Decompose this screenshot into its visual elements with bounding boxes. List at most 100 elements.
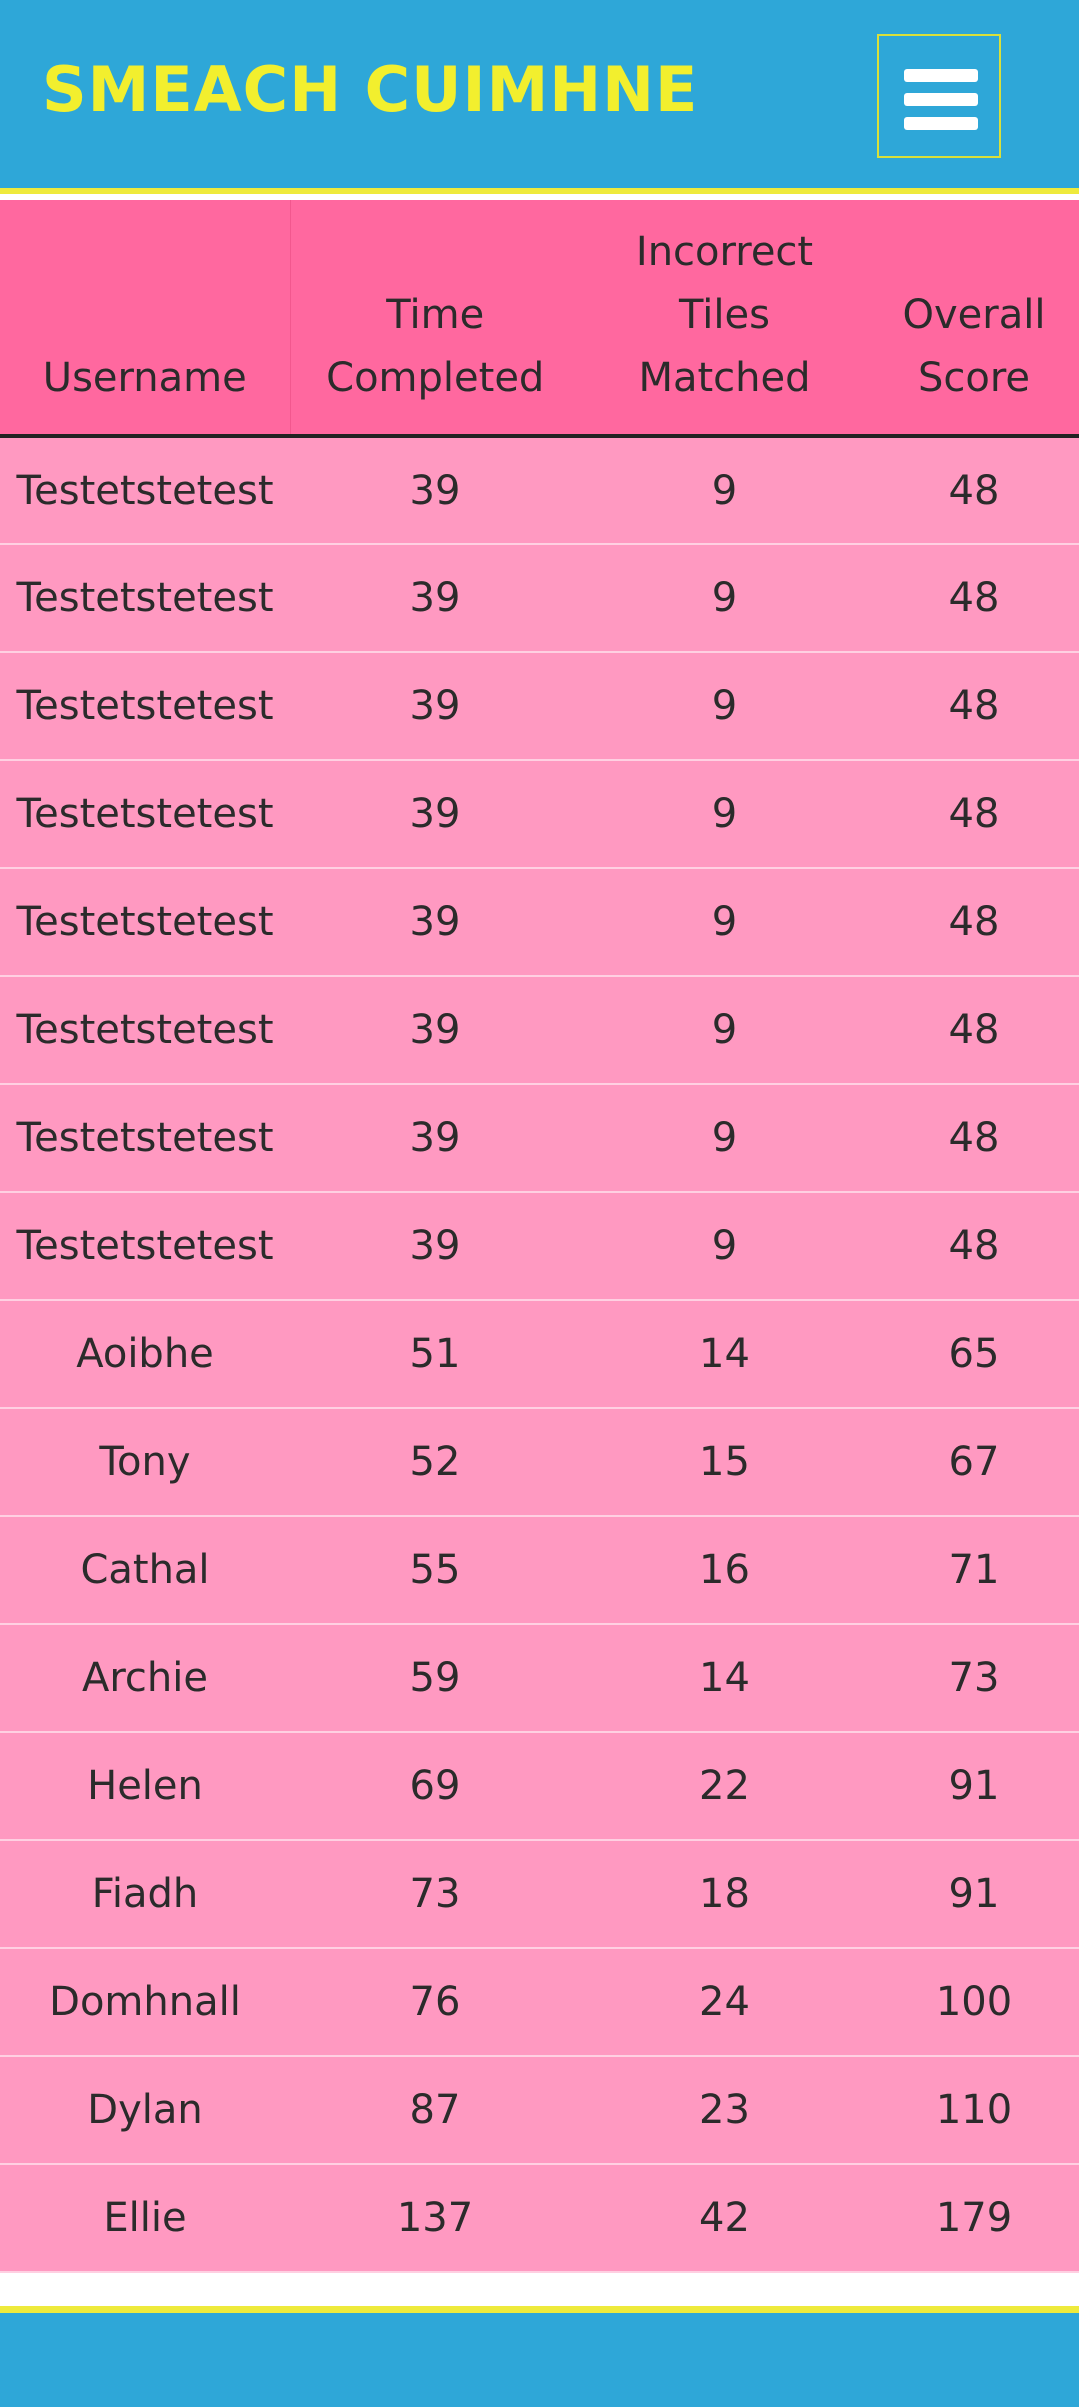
cell-username: Testetstetest	[0, 868, 290, 977]
cell-incorrect-tiles: 14	[580, 1624, 869, 1733]
cell-username: Domhnall	[0, 1948, 290, 2057]
table-body: Testetstetest 39 9 48 Testetstetest 39 9 48 Test…	[0, 436, 1079, 2273]
cell-username: Archie	[0, 1624, 290, 1733]
column-header-label: Overall	[902, 292, 1046, 338]
cell-overall-score: 48	[869, 436, 1079, 545]
cell-overall-score: 73	[869, 1624, 1079, 1733]
cell-overall-score: 179	[869, 2164, 1079, 2273]
table-row: Aoibhe 51 14 65	[0, 1300, 1079, 1409]
column-header-incorrect-tiles: Incorrect Tiles Matched	[580, 200, 869, 438]
hamburger-menu-icon[interactable]	[877, 34, 1001, 158]
cell-time-completed: 87	[290, 2056, 580, 2165]
cell-overall-score: 48	[869, 652, 1079, 761]
leaderboard-table: Username Time Completed Incorrect Tiles …	[0, 200, 1079, 2273]
cell-username: Testetstetest	[0, 652, 290, 761]
cell-time-completed: 55	[290, 1516, 580, 1625]
cell-overall-score: 48	[869, 760, 1079, 869]
cell-overall-score: 48	[869, 868, 1079, 977]
cell-incorrect-tiles: 9	[580, 436, 869, 545]
cell-time-completed: 39	[290, 760, 580, 869]
cell-username: Testetstetest	[0, 976, 290, 1085]
site-header: SMEACH CUIMHNE	[0, 0, 1079, 194]
cell-time-completed: 137	[290, 2164, 580, 2273]
table-row: Ellie 137 42 179	[0, 2164, 1079, 2273]
menu-bar	[904, 117, 978, 130]
column-header-label: Matched	[638, 355, 811, 401]
cell-time-completed: 52	[290, 1408, 580, 1517]
cell-time-completed: 39	[290, 652, 580, 761]
table-row: Dylan 87 23 110	[0, 2056, 1079, 2165]
cell-time-completed: 39	[290, 976, 580, 1085]
cell-time-completed: 39	[290, 1084, 580, 1193]
cell-overall-score: 67	[869, 1408, 1079, 1517]
cell-username: Aoibhe	[0, 1300, 290, 1409]
cell-incorrect-tiles: 24	[580, 1948, 869, 2057]
cell-incorrect-tiles: 42	[580, 2164, 869, 2273]
table-row: Testetstetest 39 9 48	[0, 544, 1079, 653]
cell-incorrect-tiles: 22	[580, 1732, 869, 1841]
table-row: Testetstetest 39 9 48	[0, 976, 1079, 1085]
cell-time-completed: 39	[290, 544, 580, 653]
table-header-row: Username Time Completed Incorrect Tiles …	[0, 200, 1079, 438]
cell-overall-score: 91	[869, 1840, 1079, 1949]
cell-incorrect-tiles: 9	[580, 868, 869, 977]
table-row: Cathal 55 16 71	[0, 1516, 1079, 1625]
cell-incorrect-tiles: 9	[580, 760, 869, 869]
cell-username: Testetstetest	[0, 544, 290, 653]
cell-overall-score: 100	[869, 1948, 1079, 2057]
column-header-label: Time	[386, 292, 485, 338]
cell-time-completed: 39	[290, 868, 580, 977]
site-footer	[0, 2313, 1079, 2407]
cell-incorrect-tiles: 16	[580, 1516, 869, 1625]
cell-overall-score: 48	[869, 1084, 1079, 1193]
cell-incorrect-tiles: 23	[580, 2056, 869, 2165]
cell-time-completed: 39	[290, 436, 580, 545]
cell-username: Ellie	[0, 2164, 290, 2273]
cell-time-completed: 73	[290, 1840, 580, 1949]
cell-username: Dylan	[0, 2056, 290, 2165]
cell-overall-score: 48	[869, 1192, 1079, 1301]
table-row: Testetstetest 39 9 48	[0, 436, 1079, 545]
cell-username: Testetstetest	[0, 1192, 290, 1301]
cell-overall-score: 110	[869, 2056, 1079, 2165]
column-header-label: Score	[917, 355, 1031, 401]
table-row: Testetstetest 39 9 48	[0, 760, 1079, 869]
footer-accent-line	[0, 2306, 1079, 2313]
cell-incorrect-tiles: 9	[580, 1084, 869, 1193]
cell-incorrect-tiles: 9	[580, 976, 869, 1085]
cell-time-completed: 76	[290, 1948, 580, 2057]
menu-bar	[904, 93, 978, 106]
cell-incorrect-tiles: 14	[580, 1300, 869, 1409]
column-header-label: Username	[42, 355, 247, 401]
table-row: Archie 59 14 73	[0, 1624, 1079, 1733]
cell-time-completed: 51	[290, 1300, 580, 1409]
cell-time-completed: 69	[290, 1732, 580, 1841]
cell-overall-score: 48	[869, 544, 1079, 653]
cell-username: Fiadh	[0, 1840, 290, 1949]
cell-username: Testetstetest	[0, 436, 290, 545]
cell-username: Testetstetest	[0, 1084, 290, 1193]
cell-incorrect-tiles: 9	[580, 1192, 869, 1301]
cell-overall-score: 65	[869, 1300, 1079, 1409]
column-header-label: Incorrect	[635, 229, 814, 275]
table-row: Fiadh 73 18 91	[0, 1840, 1079, 1949]
table-row: Testetstetest 39 9 48	[0, 652, 1079, 761]
cell-overall-score: 71	[869, 1516, 1079, 1625]
site-logo[interactable]: SMEACH CUIMHNE	[42, 50, 698, 130]
column-header-label: Tiles	[679, 292, 770, 338]
table-row: Helen 69 22 91	[0, 1732, 1079, 1841]
cell-username: Helen	[0, 1732, 290, 1841]
column-header-username: Username	[0, 200, 291, 438]
column-header-overall-score: Overall Score	[869, 200, 1079, 438]
cell-username: Tony	[0, 1408, 290, 1517]
cell-incorrect-tiles: 9	[580, 544, 869, 653]
cell-username: Cathal	[0, 1516, 290, 1625]
cell-username: Testetstetest	[0, 760, 290, 869]
cell-incorrect-tiles: 15	[580, 1408, 869, 1517]
table-row: Domhnall 76 24 100	[0, 1948, 1079, 2057]
table-row: Testetstetest 39 9 48	[0, 1084, 1079, 1193]
table-row: Testetstetest 39 9 48	[0, 1192, 1079, 1301]
cell-overall-score: 91	[869, 1732, 1079, 1841]
cell-overall-score: 48	[869, 976, 1079, 1085]
table-row: Testetstetest 39 9 48	[0, 868, 1079, 977]
